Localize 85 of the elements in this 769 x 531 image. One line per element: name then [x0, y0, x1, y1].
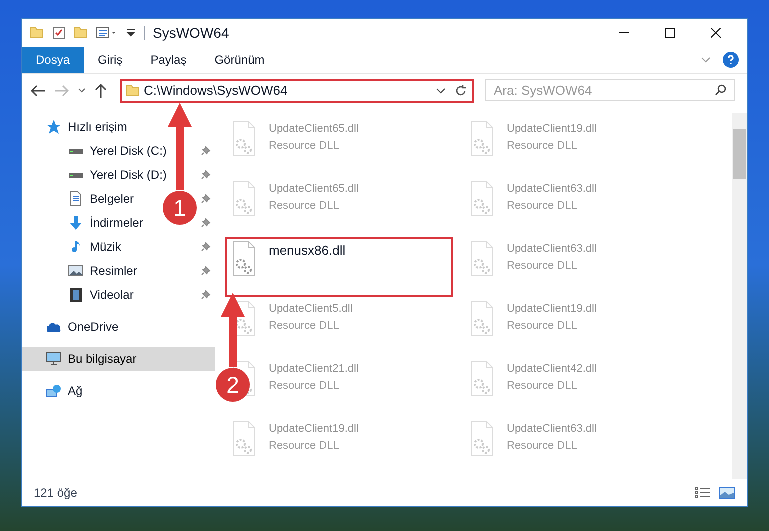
file-type: Resource DLL: [507, 198, 578, 214]
file-type: Resource DLL: [269, 198, 340, 214]
sidebar-item[interactable]: Müzik: [90, 238, 122, 256]
sidebar-item[interactable]: OneDrive: [68, 318, 119, 336]
checklist-icon[interactable]: [52, 26, 66, 40]
sidebar-item[interactable]: Belgeler: [90, 190, 134, 208]
forward-arrow-icon[interactable]: [54, 84, 70, 98]
search-icon: [715, 84, 727, 96]
file-type: Resource DLL: [269, 378, 340, 394]
drive-icon: [68, 172, 84, 178]
folder-icon: [126, 84, 140, 96]
refresh-icon[interactable]: [454, 84, 468, 98]
file-type: Resource DLL: [507, 438, 578, 454]
file-gear-icon: [233, 241, 257, 278]
document-icon: [70, 191, 82, 207]
annotation-number: 1: [174, 195, 186, 221]
pin-icon[interactable]: [201, 290, 211, 300]
file-name[interactable]: menusx86.dll: [269, 241, 346, 260]
address-bar[interactable]: C:\Windows\SysWOW64: [120, 78, 474, 102]
back-arrow-icon[interactable]: [30, 84, 46, 98]
down-arrow-icon: [69, 215, 83, 231]
star-icon: [46, 120, 62, 134]
file-type: Resource DLL: [269, 438, 340, 454]
file-gear-icon: [233, 121, 257, 158]
properties-icon[interactable]: [96, 27, 118, 39]
chevron-down-icon[interactable]: [78, 88, 86, 94]
minimize-icon: [619, 32, 629, 34]
annotation-badge: [163, 191, 197, 225]
file-gear-icon: [233, 421, 257, 458]
file-gear-icon: [471, 301, 495, 338]
file-type: Resource DLL: [507, 378, 578, 394]
help-icon[interactable]: [723, 52, 739, 68]
annotation-badge: [216, 368, 250, 402]
file-gear-icon: [471, 121, 495, 158]
file-type: Resource DLL: [507, 138, 578, 154]
up-arrow-icon[interactable]: [94, 82, 108, 98]
sidebar-item[interactable]: Hızlı erişim: [68, 118, 128, 136]
sidebar-item[interactable]: Yerel Disk (C:): [90, 142, 167, 160]
pin-icon[interactable]: [201, 242, 211, 252]
maximize-icon: [665, 28, 675, 38]
scrollbar-thumb[interactable]: [733, 129, 746, 179]
file-gear-icon: [471, 421, 495, 458]
file-gear-icon: [471, 241, 495, 278]
file-gear-icon: [471, 181, 495, 218]
file-type: Resource DLL: [507, 258, 578, 274]
address-path: C:\Windows\SysWOW64: [144, 82, 288, 100]
sidebar-item[interactable]: Videolar: [90, 286, 134, 304]
pin-icon[interactable]: [201, 218, 211, 228]
file-gear-icon: [233, 181, 257, 218]
ribbon-tab[interactable]: Görünüm: [200, 47, 279, 73]
chevron-down-icon[interactable]: [436, 88, 446, 94]
picture-icon: [68, 265, 84, 277]
sidebar-item[interactable]: Bu bilgisayar: [68, 350, 137, 368]
sidebar-item[interactable]: İndirmeler: [90, 214, 144, 232]
annotation-number: 2: [226, 372, 240, 398]
file-type: Resource DLL: [269, 318, 340, 334]
file-gear-icon: [471, 361, 495, 398]
network-icon: [46, 384, 62, 398]
cloud-icon: [47, 322, 61, 332]
ribbon-tab[interactable]: Paylaş: [136, 47, 201, 73]
pin-icon[interactable]: [201, 146, 211, 156]
music-note-icon: [72, 240, 80, 254]
item-count: 121 öğe: [34, 484, 78, 502]
large-icons-view-icon[interactable]: [719, 486, 735, 498]
file-type: Resource DLL: [269, 138, 340, 154]
film-icon: [69, 287, 83, 303]
pin-icon[interactable]: [201, 266, 211, 276]
monitor-icon: [46, 352, 62, 366]
pin-icon[interactable]: [201, 194, 211, 204]
ribbon-tab[interactable]: Dosya: [22, 47, 84, 73]
folder-icon[interactable]: [74, 27, 88, 39]
details-view-icon[interactable]: [695, 486, 711, 498]
close-icon: [711, 28, 721, 38]
file-type: Resource DLL: [507, 318, 578, 334]
dropdown-icon[interactable]: [126, 29, 136, 37]
ribbon-tab[interactable]: Giriş: [84, 47, 137, 73]
sidebar-item[interactable]: Resimler: [90, 262, 138, 280]
pin-icon[interactable]: [201, 170, 211, 180]
folder-icon[interactable]: [30, 27, 44, 39]
sidebar-item[interactable]: Yerel Disk (D:): [90, 166, 167, 184]
scrollbar[interactable]: [732, 113, 747, 479]
window-title: SysWOW64: [153, 24, 230, 43]
sidebar-item[interactable]: Ağ: [68, 382, 83, 400]
drive-icon: [68, 148, 84, 154]
search-field[interactable]: Ara: SysWOW64: [485, 79, 735, 101]
